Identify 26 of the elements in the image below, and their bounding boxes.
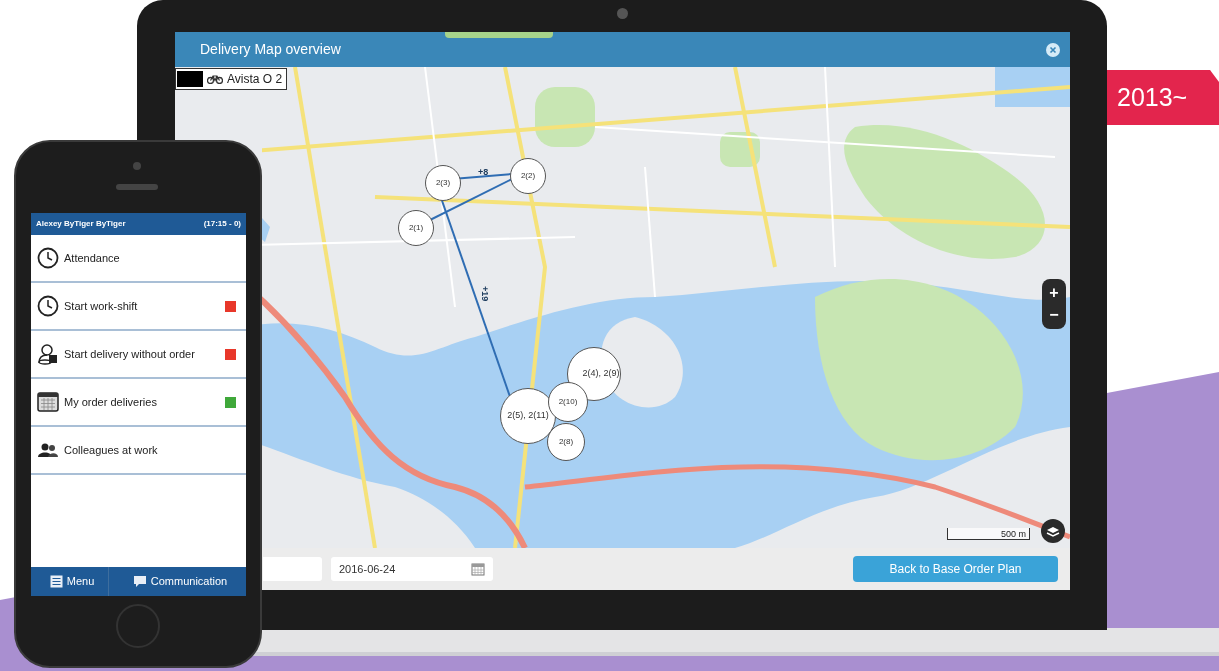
zoom-in-button[interactable]: +: [1043, 282, 1065, 304]
year-badge: 2013~: [1107, 70, 1219, 125]
legend-label: Avista O 2: [227, 71, 283, 88]
close-icon[interactable]: [1046, 42, 1060, 57]
layers-icon[interactable]: [1041, 519, 1065, 543]
calendar-icon: [37, 391, 59, 413]
route-label: +19: [479, 286, 492, 302]
footer-button[interactable]: Menu: [35, 567, 110, 596]
footer-button[interactable]: Communication: [118, 567, 242, 596]
speech-bubble-icon: [132, 575, 147, 588]
person-package-icon: [37, 343, 59, 365]
status-bar: Alexey ByTiger ByTiger (17:15 - 0): [31, 213, 246, 235]
window-title: Delivery Map overview: [200, 40, 341, 59]
map-scale: 500 m: [947, 528, 1030, 540]
calendar-icon[interactable]: [471, 562, 485, 576]
clock-icon: [37, 247, 59, 269]
zoom-out-button[interactable]: −: [1043, 304, 1065, 326]
bicycle-icon: [207, 74, 223, 84]
input-field[interactable]: [263, 557, 322, 581]
clock-icon: [37, 295, 59, 317]
route-label: +8: [478, 166, 489, 179]
front-camera: [133, 162, 141, 170]
date-field[interactable]: 2016-06-24: [331, 557, 493, 581]
speaker-slot: [116, 184, 158, 190]
list-icon: [49, 575, 63, 588]
redacted-block: [177, 71, 203, 87]
